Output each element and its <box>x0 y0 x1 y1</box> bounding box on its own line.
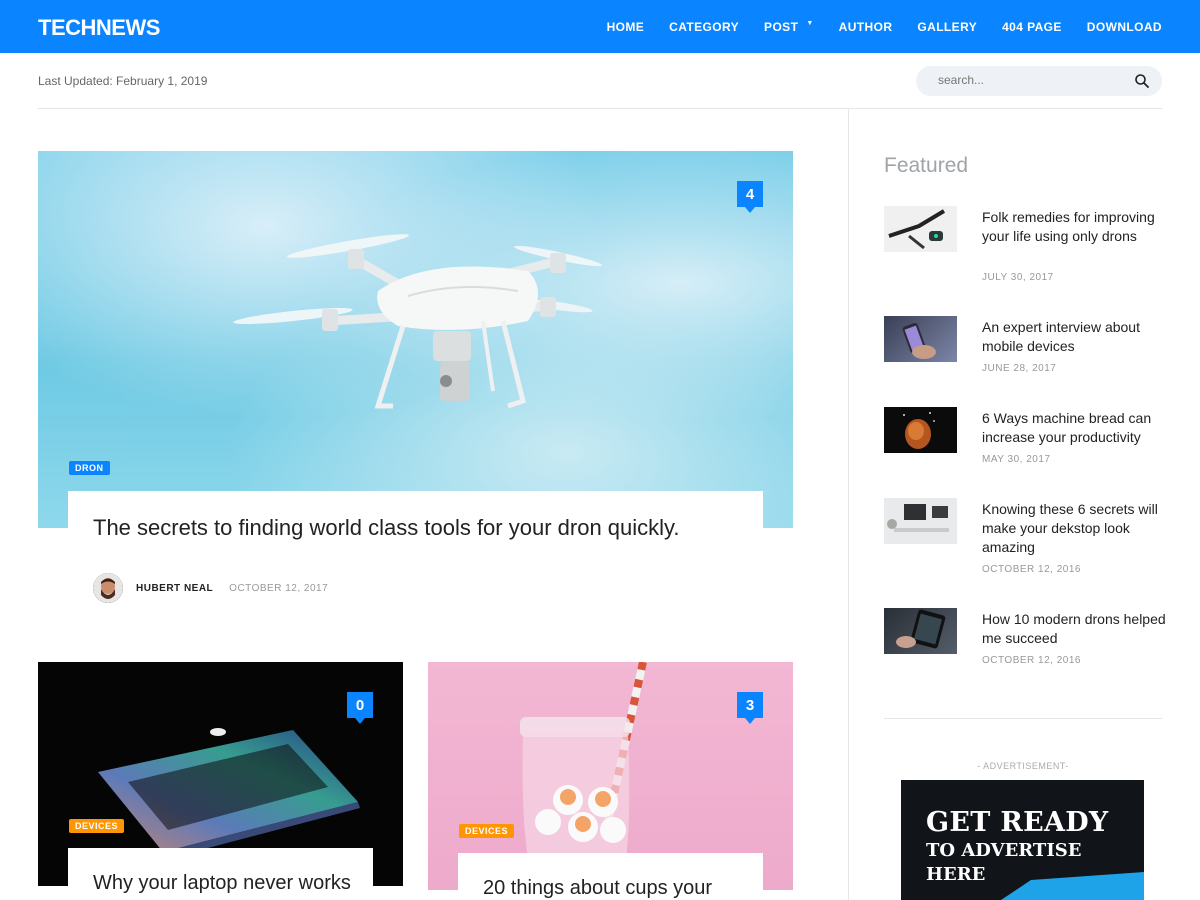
featured-title[interactable]: How 10 modern drons helped me succeed <box>982 610 1167 648</box>
nav-author[interactable]: AUTHOR <box>839 20 893 34</box>
featured-title[interactable]: 6 Ways machine bread can increase your p… <box>982 409 1167 447</box>
ad-subline: TO ADVERTISE <box>926 840 1082 861</box>
nav-author-label: AUTHOR <box>838 19 893 34</box>
featured-item[interactable]: 6 Ways machine bread can increase your p… <box>884 407 1162 467</box>
hero-title-card: The secrets to finding world class tools… <box>68 491 763 571</box>
bread-thumb-image <box>903 412 935 449</box>
card2-title[interactable]: 20 things about cups your <box>483 877 712 900</box>
featured-thumbnail[interactable] <box>884 498 957 544</box>
search-icon[interactable] <box>1134 73 1150 89</box>
sidebar-separator <box>884 718 1162 719</box>
featured-heading: Featured <box>884 154 969 177</box>
featured-thumbnail[interactable] <box>884 206 957 252</box>
nav-download-label: DOWNLOAD <box>1086 19 1162 34</box>
nav-404-page[interactable]: 404 PAGE <box>1002 20 1062 34</box>
hero-post-meta: HUBERT NEAL OCTOBER 12, 2017 <box>93 572 328 604</box>
featured-thumbnail[interactable] <box>884 407 957 453</box>
featured-item[interactable]: How 10 modern drons helped me succeed OC… <box>884 608 1166 668</box>
nav-category-label: CATEGORY <box>669 19 740 34</box>
top-navbar: TECHNEWS HOME CATEGORY POST ▼ AUTHOR GALL… <box>0 0 1200 53</box>
desktop-thumb-image <box>887 504 949 532</box>
nav-home[interactable]: HOME <box>607 20 645 34</box>
phone-thumb-image <box>902 322 936 359</box>
nav-gallery-label: GALLERY <box>917 19 978 34</box>
featured-item[interactable]: Folk remedies for improving your life us… <box>884 206 1162 286</box>
featured-thumbnail[interactable] <box>884 608 957 654</box>
card2-comment-count-badge[interactable]: 3 <box>737 692 763 724</box>
featured-date: OCTOBER 12, 2016 <box>982 655 1081 666</box>
featured-date: MAY 30, 2017 <box>982 454 1051 465</box>
card2-category-tag[interactable]: DEVICES <box>459 824 515 838</box>
caret-down-icon: ▼ <box>806 20 814 27</box>
author-name[interactable]: HUBERT NEAL <box>136 583 213 594</box>
drone-image <box>233 234 603 409</box>
ad-headline: GET READY <box>926 807 1109 838</box>
featured-item[interactable]: Knowing these 6 secrets will make your d… <box>884 498 1162 578</box>
hero-post-title[interactable]: The secrets to finding world class tools… <box>93 515 680 541</box>
nav-gallery[interactable]: GALLERY <box>917 20 977 34</box>
author-avatar[interactable] <box>93 573 123 603</box>
featured-title[interactable]: An expert interview about mobile devices <box>982 318 1167 356</box>
card1-category-tag[interactable]: DEVICES <box>69 819 125 833</box>
ad-subline: HERE <box>926 864 986 885</box>
sidebar-divider <box>848 109 849 900</box>
post-date: OCTOBER 12, 2017 <box>229 582 329 594</box>
card1-title[interactable]: Why your laptop never works <box>93 872 351 895</box>
nav-404-page-label: 404 PAGE <box>1002 19 1062 34</box>
hero-post-image[interactable] <box>38 151 793 528</box>
featured-date: OCTOBER 12, 2016 <box>982 564 1081 575</box>
advertisement-label: - ADVERTISEMENT- <box>977 761 1069 771</box>
nav-post[interactable]: POST ▼ <box>764 20 814 34</box>
card2-title-box: 20 things about cups your <box>458 853 763 900</box>
hero-comment-count-badge[interactable]: 4 <box>737 181 763 213</box>
site-logo[interactable]: TECHNEWS <box>38 15 160 41</box>
last-updated-text: Last Updated: February 1, 2019 <box>38 74 208 88</box>
sub-header: Last Updated: February 1, 2019 <box>38 53 1162 109</box>
featured-date: JUNE 28, 2017 <box>982 363 1057 374</box>
nav-post-label: POST <box>764 19 799 34</box>
featured-thumbnail[interactable] <box>884 316 957 362</box>
featured-title[interactable]: Knowing these 6 secrets will make your d… <box>982 500 1167 557</box>
featured-date: JULY 30, 2017 <box>982 272 1054 283</box>
nav-home-label: HOME <box>606 19 645 34</box>
card1-title-box: Why your laptop never works <box>68 848 373 900</box>
ad-arrow-shape <box>1001 872 1144 900</box>
featured-title[interactable]: Folk remedies for improving your life us… <box>982 208 1167 246</box>
avatar-photo <box>93 573 123 603</box>
nav-category[interactable]: CATEGORY <box>669 20 739 34</box>
nav-download[interactable]: DOWNLOAD <box>1087 20 1162 34</box>
tablet-thumb-image <box>896 609 946 649</box>
search-box <box>916 66 1162 96</box>
card1-comment-count-badge[interactable]: 0 <box>347 692 373 724</box>
main-nav: HOME CATEGORY POST ▼ AUTHOR GALLERY 404 P… <box>582 0 1162 53</box>
search-input[interactable] <box>938 73 1128 87</box>
hero-category-tag[interactable]: DRON <box>69 461 110 475</box>
drone-thumb-image <box>888 209 946 250</box>
advertisement-banner[interactable]: GET READY TO ADVERTISE HERE <box>901 780 1144 900</box>
featured-item[interactable]: An expert interview about mobile devices… <box>884 316 1162 376</box>
